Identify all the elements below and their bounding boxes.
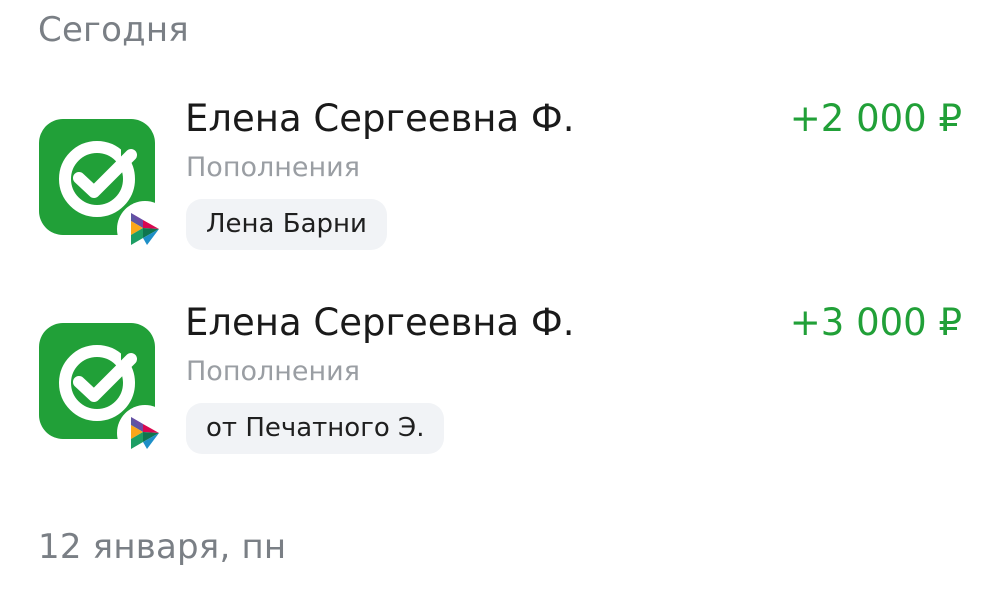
sberbank-logo-icon xyxy=(39,323,173,461)
transaction-amount: +2 000 ₽ xyxy=(789,97,962,140)
sberbank-logo-icon xyxy=(39,119,173,257)
transfer-message-chip: Лена Барни xyxy=(186,199,387,250)
transaction-category: Пополнения xyxy=(186,356,360,387)
transaction-item[interactable]: Елена Сергеевна Ф. Пополнения Лена Барни… xyxy=(0,94,1000,274)
date-group-header: Сегодня xyxy=(38,10,189,50)
sbp-transfer-icon xyxy=(117,201,173,257)
transaction-amount: +3 000 ₽ xyxy=(789,301,962,344)
transfer-message-chip: от Печатного Э. xyxy=(186,403,445,454)
transaction-item[interactable]: Елена Сергеевна Ф. Пополнения от Печатно… xyxy=(0,298,1000,478)
counterparty-name: Елена Сергеевна Ф. xyxy=(185,301,575,344)
date-group-header: 12 января, пн xyxy=(38,527,287,567)
transaction-history: Сегодня Елена Сергеевна Ф. Пополнения Ле… xyxy=(0,0,1000,611)
sbp-transfer-icon xyxy=(117,405,173,461)
counterparty-name: Елена Сергеевна Ф. xyxy=(185,97,575,140)
transaction-category: Пополнения xyxy=(186,152,360,183)
